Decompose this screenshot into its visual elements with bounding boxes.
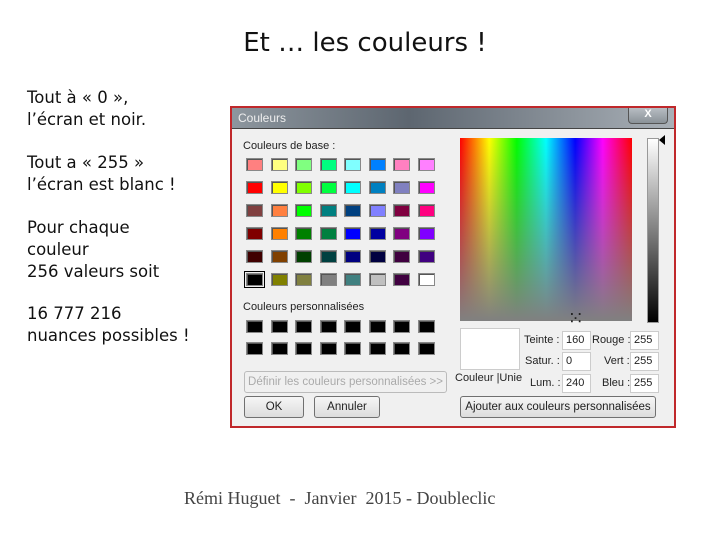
- base-color-swatch[interactable]: [344, 227, 361, 240]
- close-button[interactable]: X: [628, 108, 668, 124]
- base-color-swatch[interactable]: [368, 181, 386, 194]
- base-color-swatch[interactable]: [393, 181, 410, 194]
- blue-label: Bleu :: [602, 377, 631, 389]
- base-color-swatch[interactable]: [344, 158, 361, 171]
- base-color-swatch[interactable]: [393, 158, 410, 171]
- base-color-swatch[interactable]: [368, 227, 386, 240]
- red-input[interactable]: 255: [630, 331, 659, 350]
- base-color-swatch[interactable]: [246, 158, 263, 171]
- base-color-swatch[interactable]: [246, 181, 263, 194]
- base-color-swatch[interactable]: [319, 227, 337, 240]
- base-color-swatch[interactable]: [417, 250, 435, 263]
- base-color-swatch[interactable]: [344, 204, 361, 217]
- custom-color-swatch[interactable]: [295, 342, 312, 355]
- base-color-swatch[interactable]: [417, 273, 435, 286]
- crosshair-icon[interactable]: ⁚·⁚: [570, 311, 582, 325]
- base-colors-label: Couleurs de base :: [243, 140, 336, 152]
- base-color-swatch[interactable]: [270, 204, 288, 217]
- paragraph-zero: Tout à « 0 », l’écran et noir.: [27, 88, 147, 129]
- custom-colors-label: Couleurs personnalisées: [243, 301, 365, 313]
- base-color-swatch[interactable]: [417, 181, 435, 194]
- base-color-swatch[interactable]: [344, 273, 361, 286]
- custom-color-swatch[interactable]: [417, 320, 435, 333]
- custom-color-swatch[interactable]: [344, 342, 361, 355]
- custom-color-swatch[interactable]: [246, 320, 263, 333]
- base-color-swatch[interactable]: [393, 273, 410, 286]
- base-color-swatch[interactable]: [417, 204, 435, 217]
- base-color-swatch[interactable]: [368, 250, 386, 263]
- title-bar[interactable]: Couleurs X: [232, 108, 674, 129]
- color-preview: [460, 328, 520, 370]
- custom-color-swatch[interactable]: [270, 342, 288, 355]
- custom-color-swatch[interactable]: [270, 320, 288, 333]
- base-color-swatch[interactable]: [319, 250, 337, 263]
- ok-button[interactable]: OK: [244, 396, 304, 418]
- add-custom-color-button[interactable]: Ajouter aux couleurs personnalisées: [460, 396, 656, 418]
- define-custom-colors-button[interactable]: Définir les couleurs personnalisées >>: [244, 371, 447, 393]
- base-color-swatch[interactable]: [344, 250, 361, 263]
- slide-title: Et … les couleurs !: [243, 28, 487, 58]
- base-color-swatch[interactable]: [295, 250, 312, 263]
- custom-color-swatch[interactable]: [319, 342, 337, 355]
- base-color-swatch[interactable]: [319, 181, 337, 194]
- paragraph-255: Tout a « 255 » l’écran est blanc !: [27, 153, 176, 194]
- base-color-swatch[interactable]: [246, 227, 263, 240]
- custom-color-swatch[interactable]: [417, 342, 435, 355]
- base-color-swatch[interactable]: [270, 273, 288, 286]
- base-color-swatch[interactable]: [368, 273, 386, 286]
- color-dialog: Couleurs X Couleurs de base : Couleurs p…: [230, 106, 676, 428]
- red-label: Rouge :: [592, 334, 631, 346]
- hue-input[interactable]: 160: [562, 331, 591, 350]
- solid-color-label: Couleur |Unie: [455, 372, 523, 384]
- base-color-swatch[interactable]: [295, 204, 312, 217]
- color-spectrum[interactable]: [460, 138, 632, 321]
- base-color-swatch[interactable]: [319, 204, 337, 217]
- custom-color-swatch[interactable]: [393, 320, 410, 333]
- base-color-swatch[interactable]: [368, 204, 386, 217]
- base-color-swatch[interactable]: [270, 250, 288, 263]
- base-color-swatch[interactable]: [270, 227, 288, 240]
- base-color-swatch[interactable]: [270, 158, 288, 171]
- luminance-arrow-icon[interactable]: [659, 135, 665, 145]
- paragraph-nuances: 16 777 216 nuances possibles !: [27, 304, 190, 345]
- paragraph-per-color: Pour chaque couleur 256 valeurs soit: [27, 218, 160, 281]
- base-color-swatch[interactable]: [393, 227, 410, 240]
- base-color-swatch[interactable]: [246, 204, 263, 217]
- sat-input[interactable]: 0: [562, 352, 591, 371]
- base-color-swatch[interactable]: [244, 271, 265, 288]
- green-label: Vert :: [604, 355, 630, 367]
- dialog-title: Couleurs: [238, 111, 287, 125]
- custom-color-swatch[interactable]: [246, 342, 263, 355]
- blue-input[interactable]: 255: [630, 374, 659, 393]
- custom-color-swatch[interactable]: [319, 320, 337, 333]
- base-color-swatch[interactable]: [295, 273, 312, 286]
- hue-label: Teinte :: [524, 334, 560, 346]
- luminance-slider[interactable]: [647, 138, 659, 323]
- base-color-swatch[interactable]: [393, 250, 410, 263]
- base-color-swatch[interactable]: [246, 250, 263, 263]
- sat-label: Satur. :: [525, 355, 560, 367]
- footer: Rémi Huguet - Janvier 2015 - Doubleclic: [184, 488, 496, 508]
- lum-input[interactable]: 240: [562, 374, 591, 393]
- custom-color-swatch[interactable]: [368, 342, 386, 355]
- custom-color-swatch[interactable]: [344, 320, 361, 333]
- base-color-swatch[interactable]: [319, 158, 337, 171]
- green-input[interactable]: 255: [630, 352, 659, 371]
- custom-color-swatch[interactable]: [295, 320, 312, 333]
- base-color-swatch[interactable]: [344, 181, 361, 194]
- base-color-swatch[interactable]: [417, 227, 435, 240]
- base-color-swatch[interactable]: [270, 181, 288, 194]
- base-color-swatch[interactable]: [417, 158, 435, 171]
- base-color-swatch[interactable]: [319, 273, 337, 286]
- base-color-swatch[interactable]: [295, 181, 312, 194]
- custom-color-swatch[interactable]: [393, 342, 410, 355]
- base-color-swatch[interactable]: [295, 227, 312, 240]
- base-color-swatch[interactable]: [368, 158, 386, 171]
- base-color-swatch[interactable]: [393, 204, 410, 217]
- base-color-swatch[interactable]: [295, 158, 312, 171]
- cancel-button[interactable]: Annuler: [314, 396, 380, 418]
- custom-color-swatch[interactable]: [368, 320, 386, 333]
- lum-label: Lum. :: [530, 377, 561, 389]
